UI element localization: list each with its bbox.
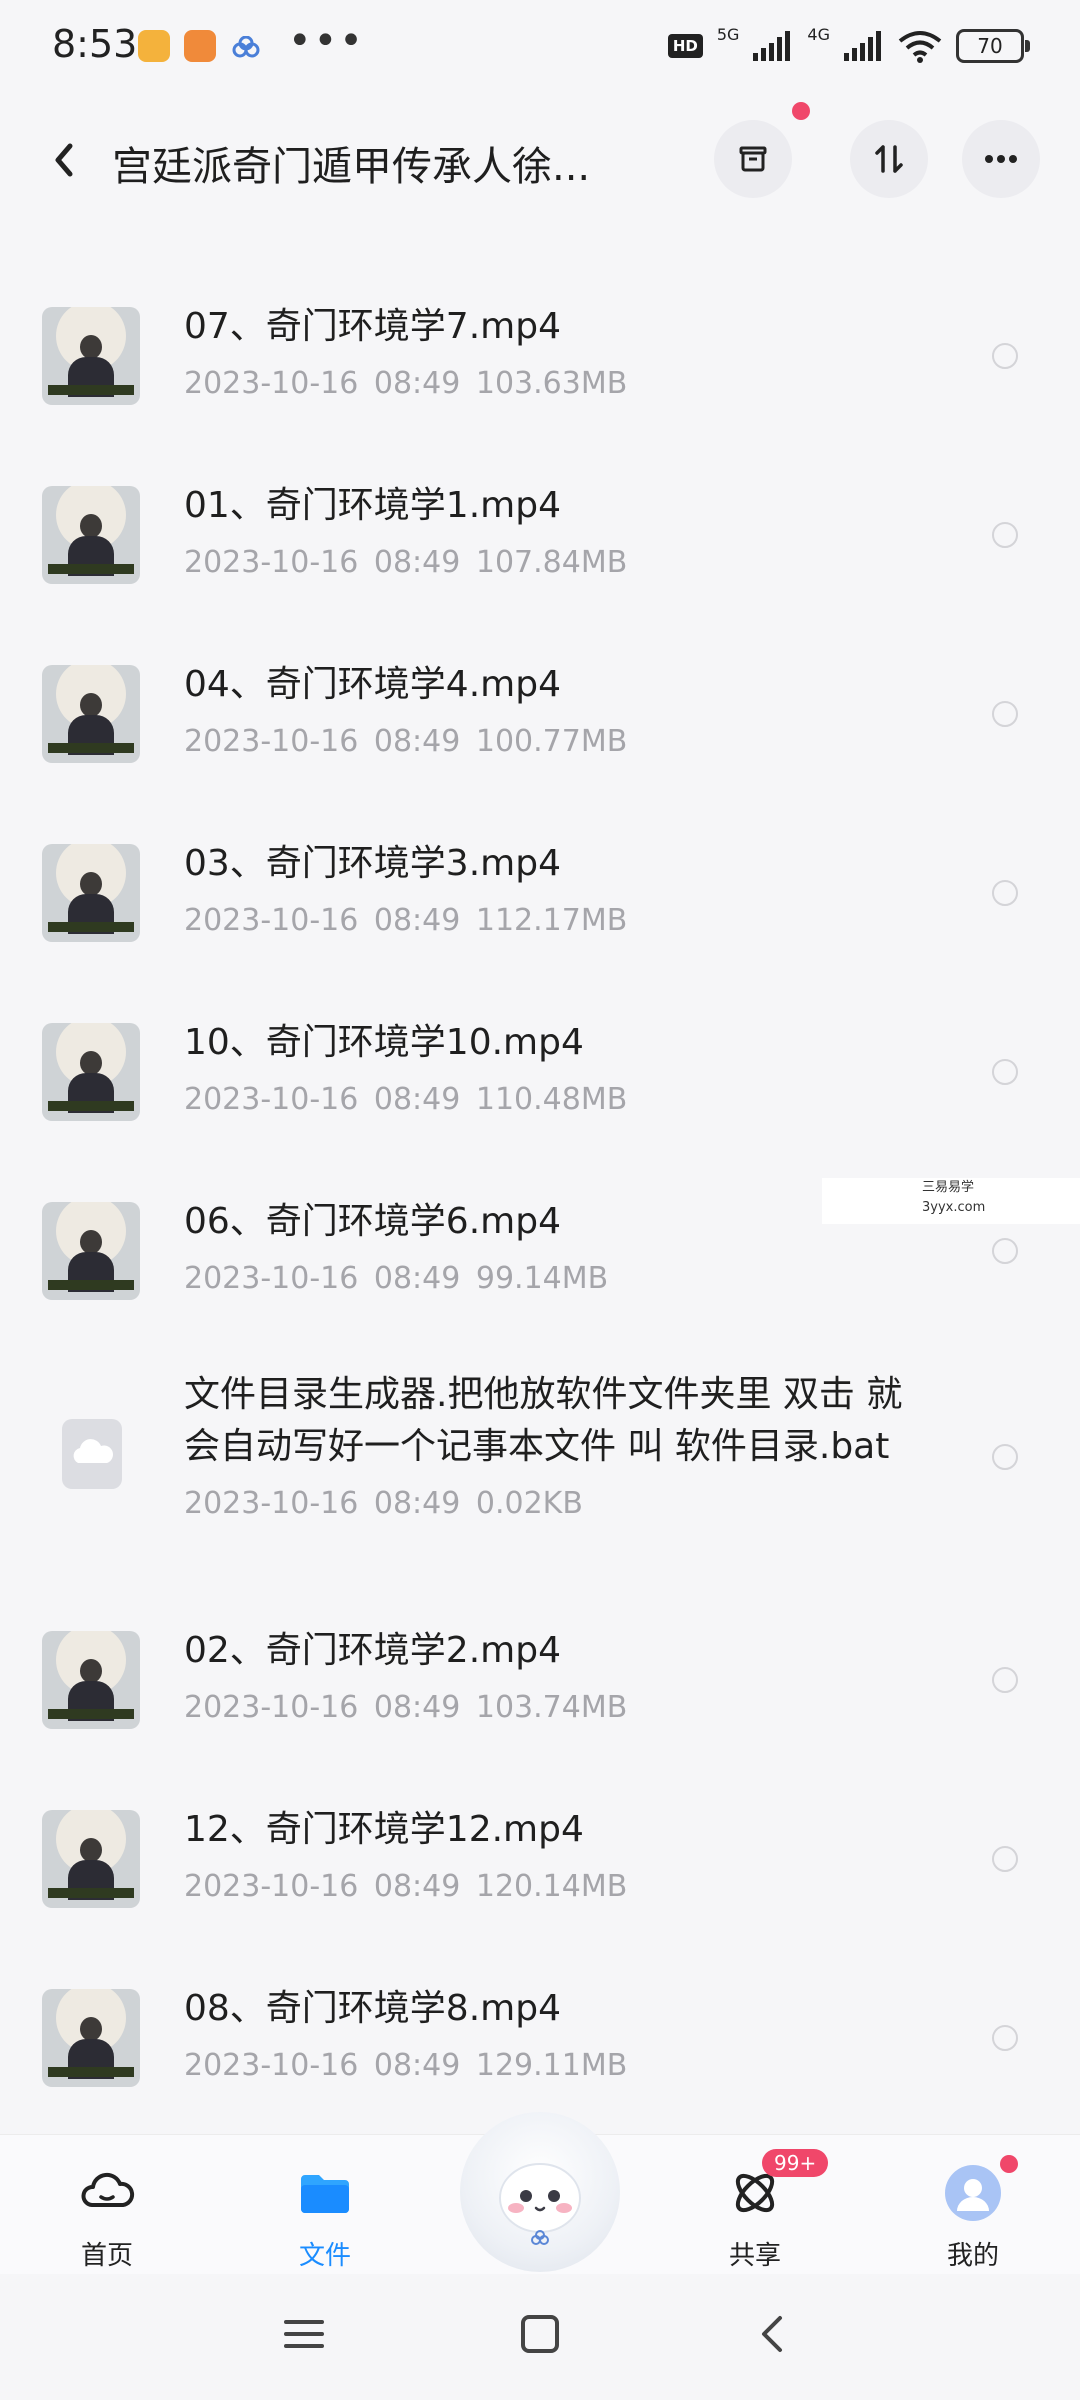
avatar-icon [945,2165,1001,2221]
video-thumbnail [42,665,140,763]
status-indicators: HD 5G 4G 70 [667,24,1030,66]
wifi-icon [898,31,942,63]
signal-icon-1 [753,31,791,61]
file-row[interactable]: 12、奇门环境学12.mp4 2023-10-16 08:49 120.14MB [0,1793,1080,1972]
tab-label: 我的 [946,2241,999,2271]
folder-icon [301,2175,349,2213]
file-meta: 2023-10-16 08:49 110.48MB [184,1082,628,1117]
file-row[interactable]: 文件目录生成器.把他放软件文件夹里 双击 就 会自动写好一个记事本文件 叫 软件… [0,1364,1080,1614]
status-time: 8:53 [52,22,138,66]
file-name: 12、奇门环境学12.mp4 [184,1809,584,1850]
watermark-line-2: 3yyx.com [922,1200,986,1215]
video-thumbnail [42,1810,140,1908]
file-row[interactable]: 02、奇门环境学2.mp4 2023-10-16 08:49 103.74MB [0,1614,1080,1793]
file-name: 04、奇门环境学4.mp4 [184,664,561,705]
home-square-icon[interactable] [518,2312,562,2356]
back-button[interactable] [36,130,96,190]
select-checkbox[interactable] [992,2025,1018,2051]
watermark: 三易易学 3yyx.com [822,1178,1080,1224]
select-checkbox[interactable] [992,343,1018,369]
network-5g-label: 5G [716,24,740,44]
notes-app-icon [138,30,170,62]
cloud-icon [73,1439,114,1463]
file-name: 07、奇门环境学7.mp4 [184,306,561,347]
file-meta: 2023-10-16 08:49 107.84MB [184,545,628,580]
signal-icon-2 [844,31,881,61]
archive-box-icon [739,146,767,172]
select-checkbox[interactable] [992,1238,1018,1264]
file-row[interactable]: 10、奇门环境学10.mp4 2023-10-16 08:49 110.48MB [0,1006,1080,1185]
file-row[interactable]: 07、奇门环境学7.mp4 2023-10-16 08:49 103.63MB [0,290,1080,469]
cloud-icon [81,2172,135,2207]
sort-button[interactable] [850,120,928,198]
cloud-drive-app-icon [232,36,260,58]
select-checkbox[interactable] [992,1444,1018,1470]
profile-notification-dot [1000,2155,1018,2173]
select-checkbox[interactable] [992,522,1018,548]
system-navigation-bar [0,2274,1080,2400]
file-name-line-1: 文件目录生成器.把他放软件文件夹里 双击 就 [184,1374,903,1415]
select-checkbox[interactable] [992,880,1018,906]
page-title: 宫廷派奇门遁甲传承人徐... [112,144,591,190]
file-meta: 2023-10-16 08:49 103.63MB [184,366,628,401]
video-thumbnail [42,307,140,405]
battery-indicator: 70 [956,29,1030,63]
menu-icon[interactable] [282,2312,326,2356]
sort-icon [875,145,903,173]
video-thumbnail [42,486,140,584]
back-triangle-icon[interactable] [752,2312,796,2356]
shopping-app-icon [184,30,216,62]
share-badge: 99+ [762,2149,829,2177]
mascot-face-icon [499,2163,581,2245]
file-meta: 2023-10-16 08:49 99.14MB [184,1261,609,1296]
tab-label: 首页 [80,2241,133,2271]
file-meta: 2023-10-16 08:49 120.14MB [184,1869,628,1904]
select-checkbox[interactable] [992,1667,1018,1693]
file-row[interactable]: 04、奇门环境学4.mp4 2023-10-16 08:49 100.77MB [0,648,1080,827]
tab-label: 共享 [728,2241,781,2271]
file-name: 01、奇门环境学1.mp4 [184,485,561,526]
video-thumbnail [42,1989,140,2087]
file-meta: 2023-10-16 08:49 103.74MB [184,1690,628,1725]
archive-button[interactable] [714,120,792,198]
file-meta: 2023-10-16 08:49 112.17MB [184,903,628,938]
network-4g-label: 4G [807,24,830,44]
hd-icon: HD [667,34,703,58]
status-bar: 8:53 ••• HD 5G 4G 70 [0,0,1080,100]
select-checkbox[interactable] [992,701,1018,727]
more-notifications-icon: ••• [288,18,365,64]
file-name: 10、奇门环境学10.mp4 [184,1022,584,1063]
video-thumbnail [42,1202,140,1300]
select-checkbox[interactable] [992,1059,1018,1085]
watermark-line-1: 三易易学 [922,1180,975,1195]
tab-label: 文件 [298,2241,351,2271]
file-name: 06、奇门环境学6.mp4 [184,1201,561,1242]
file-name: 02、奇门环境学2.mp4 [184,1630,561,1671]
cloud-file-icon [62,1419,122,1489]
file-name-line-2: 会自动写好一个记事本文件 叫 软件目录.bat [184,1426,890,1467]
more-dots-icon [985,155,1017,163]
folder-header: 宫廷派奇门遁甲传承人徐... [0,102,1080,210]
video-thumbnail [42,844,140,942]
select-checkbox[interactable] [992,1846,1018,1872]
video-thumbnail [42,1631,140,1729]
file-meta: 2023-10-16 08:49 0.02KB [184,1486,583,1521]
file-row[interactable]: 01、奇门环境学1.mp4 2023-10-16 08:49 107.84MB [0,469,1080,648]
file-meta: 2023-10-16 08:49 129.11MB [184,2048,628,2083]
more-options-button[interactable] [962,120,1040,198]
file-meta: 2023-10-16 08:49 100.77MB [184,724,628,759]
file-name: 08、奇门环境学8.mp4 [184,1988,561,2029]
video-thumbnail [42,1023,140,1121]
file-row[interactable]: 03、奇门环境学3.mp4 2023-10-16 08:49 112.17MB [0,827,1080,1006]
notification-dot [792,102,810,120]
chevron-left-icon [55,143,73,177]
file-name: 03、奇门环境学3.mp4 [184,843,561,884]
assistant-mascot-button[interactable] [460,2112,620,2272]
